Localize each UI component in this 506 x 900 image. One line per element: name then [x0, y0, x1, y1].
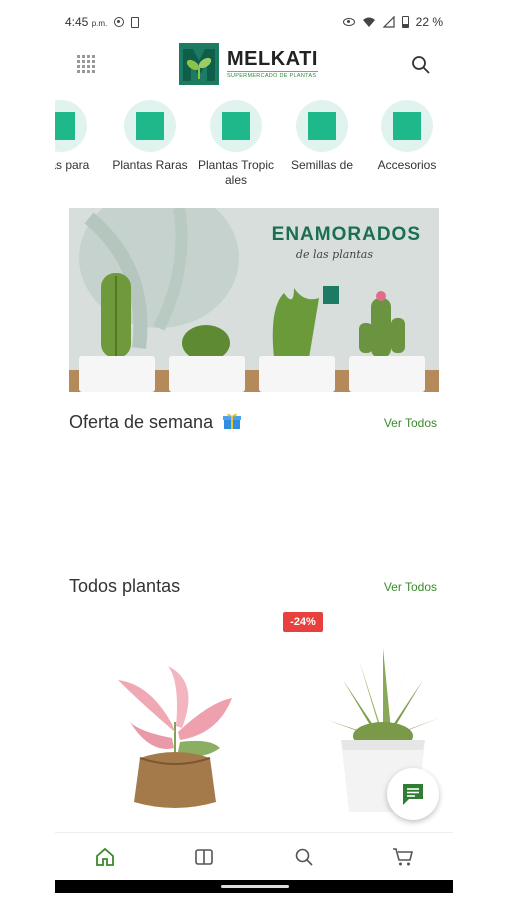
status-time: 4:45 p.m.	[65, 15, 108, 29]
chat-button[interactable]	[387, 768, 439, 820]
category-item[interactable]: antas para	[55, 100, 101, 173]
category-icon	[55, 100, 87, 152]
app-screen: 4:45 p.m. 22 % MELKATI SUPERMERCADO DE P…	[55, 0, 453, 893]
gift-icon	[223, 413, 242, 429]
category-label: Plantas Tropicales	[197, 158, 275, 187]
weekly-offer-header: Oferta de semana Ver Todos	[69, 412, 437, 433]
app-header: MELKATI SUPERMERCADO DE PLANTAS	[55, 40, 453, 88]
category-icon	[124, 100, 176, 152]
category-label: antas para	[55, 158, 90, 172]
category-item[interactable]: Semillas de	[282, 100, 362, 173]
category-icon	[210, 100, 262, 152]
battery-icon	[401, 16, 409, 28]
category-icon	[296, 100, 348, 152]
chat-icon	[403, 784, 423, 805]
battery-level: 22 %	[415, 15, 443, 29]
banner-logo-badge	[323, 286, 339, 304]
brand-logo[interactable]: MELKATI SUPERMERCADO DE PLANTAS	[179, 43, 318, 85]
brand-subtitle: SUPERMERCADO DE PLANTAS	[227, 71, 318, 79]
banner-title: ENAMORADOS	[271, 224, 421, 245]
discount-badge: -24%	[283, 612, 323, 632]
brand-name: MELKATI	[227, 48, 318, 70]
section-title: Todos plantas	[69, 576, 181, 596]
banner-subtitle: de las plantas	[295, 248, 373, 261]
nav-search[interactable]	[292, 845, 316, 869]
promo-banner[interactable]: ENAMORADOS de las plantas	[69, 208, 439, 392]
see-all-link[interactable]: Ver Todos	[384, 416, 437, 430]
book-icon	[195, 848, 214, 865]
grid-menu-icon[interactable]	[77, 55, 95, 73]
category-label: Accesorios	[377, 158, 437, 172]
eye-icon	[342, 18, 355, 26]
nav-catalog[interactable]	[192, 845, 216, 869]
nav-home[interactable]	[93, 845, 117, 869]
category-item[interactable]: Plantas Raras	[110, 100, 190, 173]
logo-mark-icon	[179, 43, 219, 85]
see-all-link[interactable]: Ver Todos	[384, 580, 437, 594]
category-icon	[381, 100, 433, 152]
search-icon[interactable]	[411, 55, 431, 75]
home-icon	[95, 847, 114, 866]
location-icon	[114, 17, 125, 27]
sim-icon	[131, 16, 140, 28]
search-icon	[295, 848, 313, 866]
bottom-navigation	[55, 832, 453, 880]
wifi-icon	[362, 17, 375, 27]
category-label: Plantas Raras	[112, 158, 188, 172]
status-bar: 4:45 p.m. 22 %	[65, 10, 443, 34]
category-label: Semillas de	[290, 158, 354, 172]
product-image[interactable]	[110, 662, 240, 812]
category-item[interactable]: Accesorios	[367, 100, 447, 173]
nav-cart[interactable]	[391, 845, 415, 869]
system-gesture-bar	[55, 880, 453, 893]
section-title: Oferta de semana	[69, 412, 242, 433]
signal-icon	[382, 16, 395, 28]
category-item[interactable]: Plantas Tropicales	[196, 100, 276, 188]
cart-icon	[393, 847, 414, 865]
category-carousel[interactable]: antas para Plantas Raras Plantas Tropica…	[55, 100, 453, 192]
home-gesture-handle[interactable]	[221, 885, 289, 888]
all-plants-header: Todos plantas Ver Todos	[69, 576, 437, 597]
